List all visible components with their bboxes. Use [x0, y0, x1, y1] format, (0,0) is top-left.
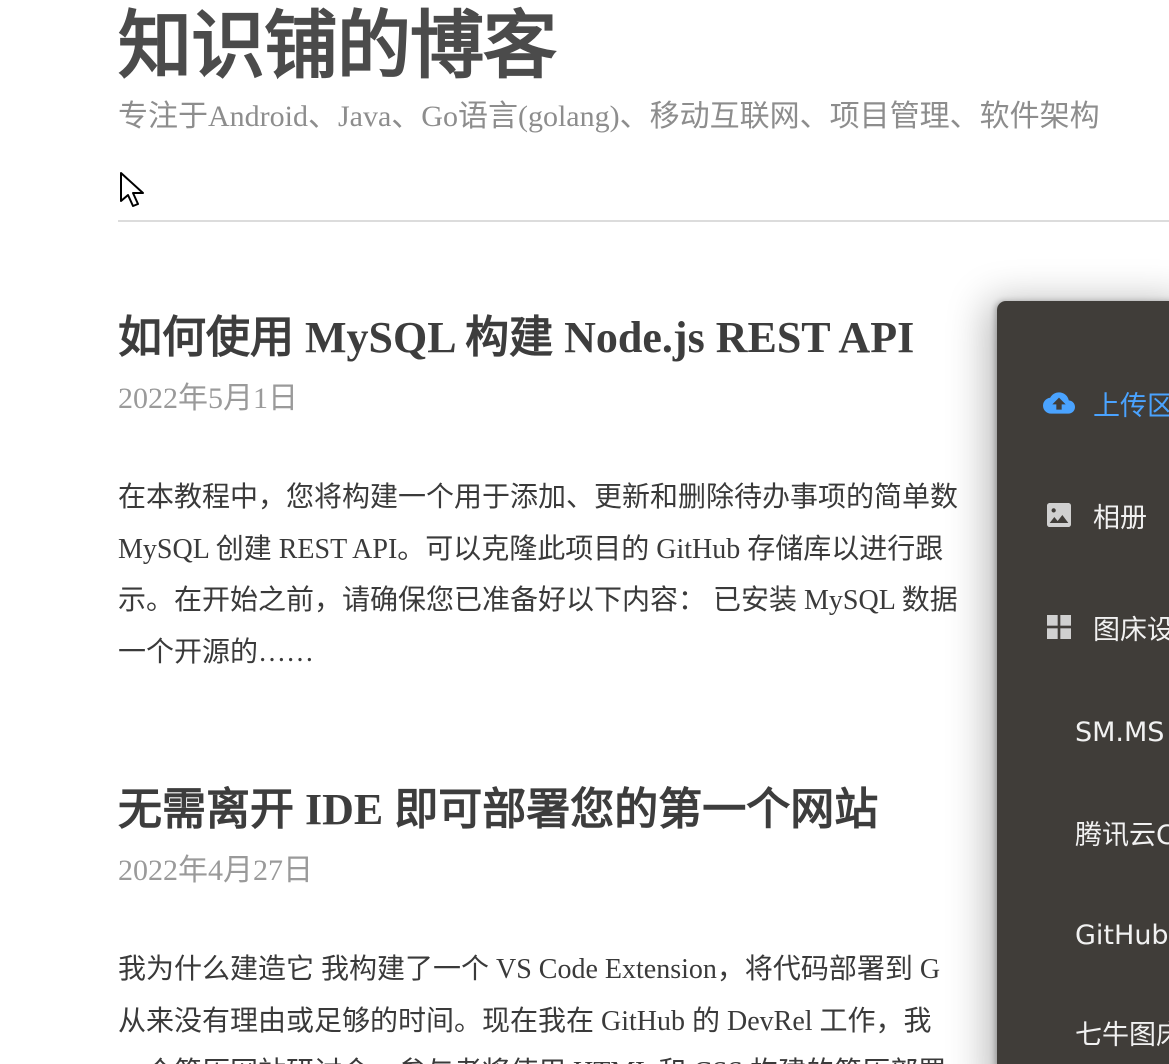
site-description: 专注于Android、Java、Go语言(golang)、移动互联网、项目管理、… — [118, 100, 1100, 133]
menu-item-label: 图床设置 — [1093, 614, 1169, 646]
menu-item-label: 上传区 — [1093, 390, 1169, 422]
side-menu-panel: 上传区 相册 图床设置 SM.MS 腾讯云COS GitHub图床 七牛图床 — [997, 301, 1169, 1064]
submenu-item-smms[interactable]: SM.MS — [1075, 702, 1169, 762]
submenu-item-github[interactable]: GitHub图床 — [1075, 902, 1169, 962]
image-icon — [1043, 499, 1075, 531]
menu-item-album[interactable]: 相册 — [997, 485, 1169, 545]
grid-icon — [1043, 611, 1075, 643]
submenu-item-tencent-cos[interactable]: 腾讯云COS — [1075, 802, 1169, 862]
menu-item-upload[interactable]: 上传区 — [997, 373, 1169, 433]
menu-item-settings[interactable]: 图床设置 — [997, 597, 1169, 657]
header-divider — [118, 220, 1169, 222]
cloud-upload-icon — [1043, 387, 1075, 419]
mouse-cursor-icon — [120, 172, 144, 207]
submenu-item-qiniu[interactable]: 七牛图床 — [1075, 1002, 1169, 1062]
site-title[interactable]: 知识铺的博客 — [118, 2, 557, 90]
menu-item-label: 相册 — [1093, 502, 1147, 534]
